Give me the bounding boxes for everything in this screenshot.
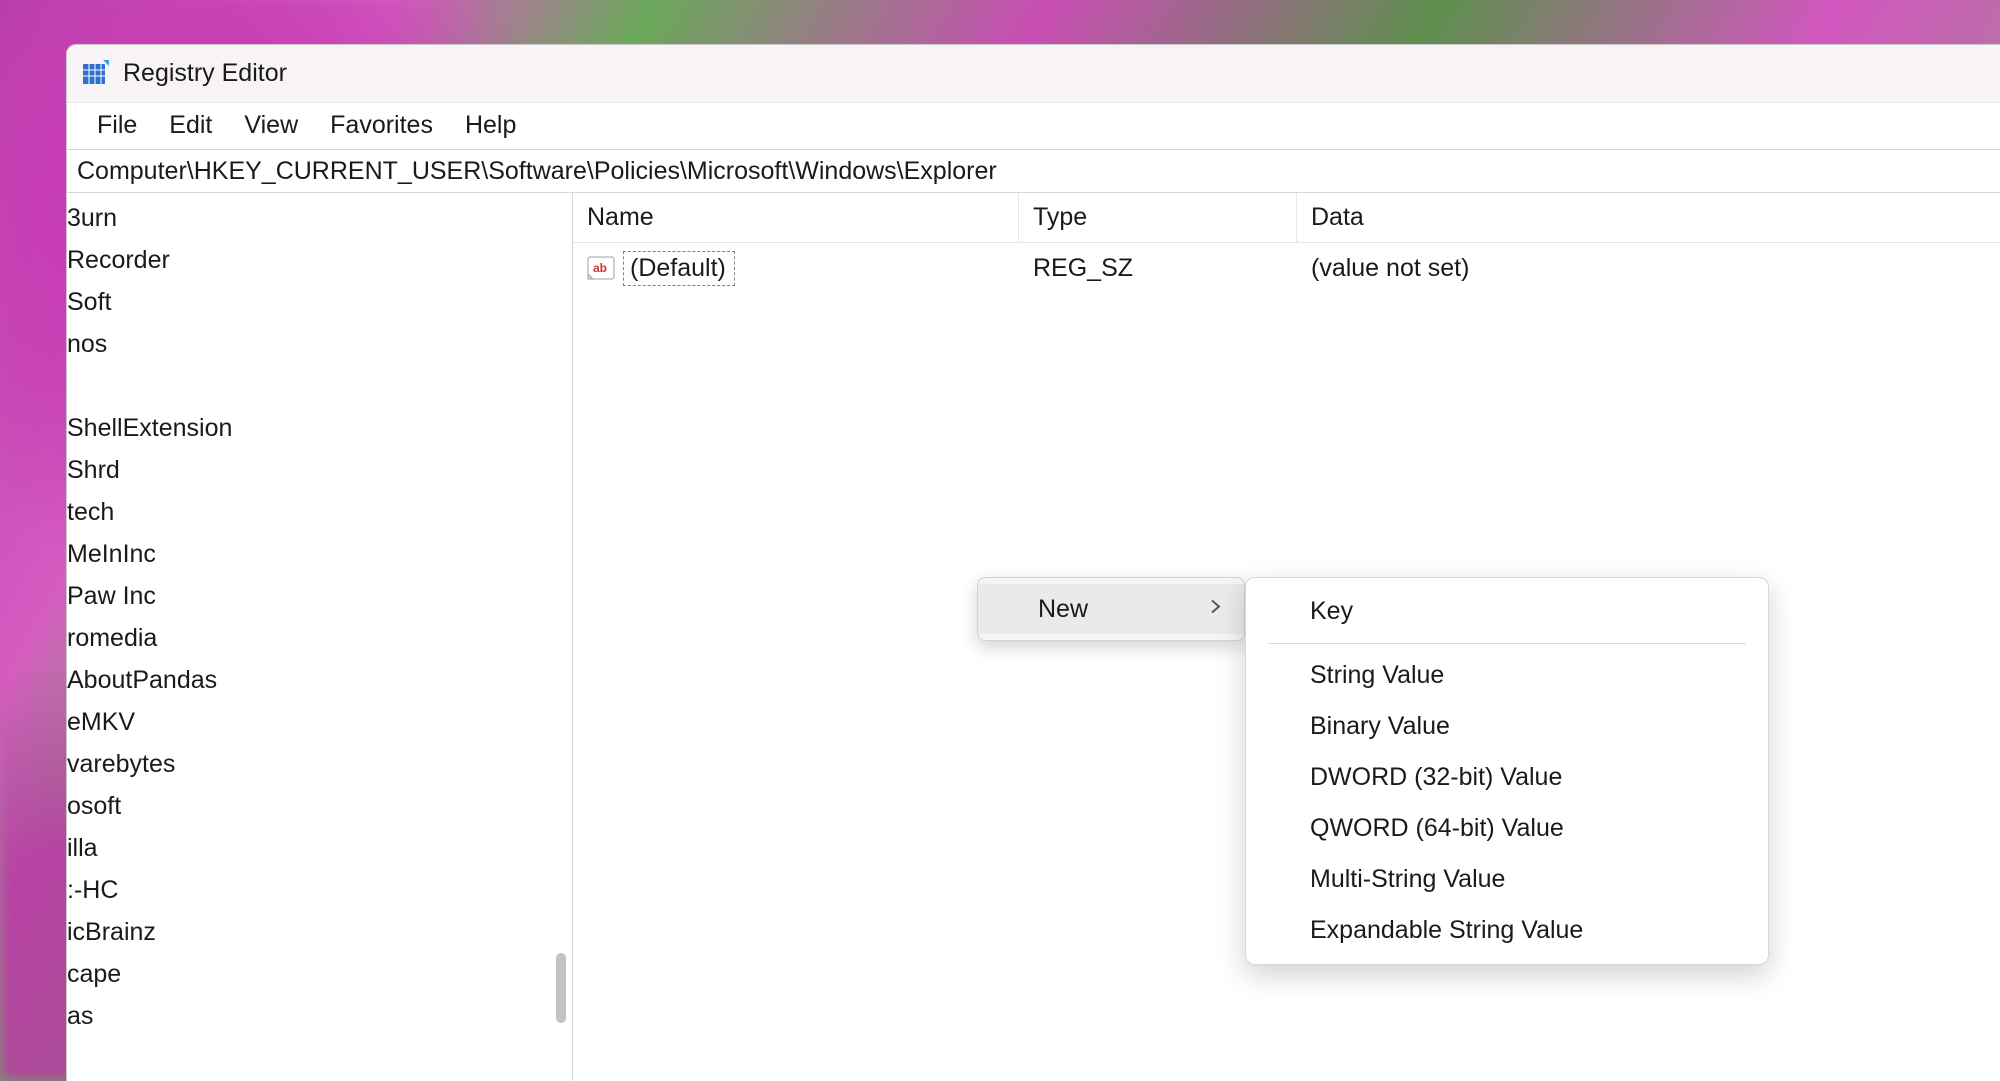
app-title: Registry Editor xyxy=(123,59,287,88)
tree-item[interactable]: tech xyxy=(67,491,550,533)
registry-editor-icon xyxy=(81,60,109,88)
context-submenu-new: Key String Value Binary Value DWORD (32-… xyxy=(1245,577,1769,965)
context-menu-new-label: New xyxy=(1038,595,1088,624)
menu-favorites[interactable]: Favorites xyxy=(314,107,449,144)
tree-item[interactable]: Paw Inc xyxy=(67,575,550,617)
submenu-qword-label: QWORD (64-bit) Value xyxy=(1310,814,1564,843)
submenu-dword-value[interactable]: DWORD (32-bit) Value xyxy=(1246,752,1768,803)
tree-item[interactable]: 3urn xyxy=(67,197,550,239)
menu-file[interactable]: File xyxy=(81,107,153,144)
tree-scrollbar[interactable] xyxy=(554,193,568,1081)
submenu-expandable-string-value[interactable]: Expandable String Value xyxy=(1246,905,1768,956)
submenu-string-value[interactable]: String Value xyxy=(1246,650,1768,701)
chevron-right-icon xyxy=(1210,598,1222,621)
tree-item[interactable]: Recorder xyxy=(67,239,550,281)
string-value-icon: ab xyxy=(587,256,615,280)
tree-item[interactable]: as xyxy=(67,995,550,1037)
menu-separator xyxy=(1268,643,1746,644)
menu-edit[interactable]: Edit xyxy=(153,107,228,144)
tree-item-blank xyxy=(67,365,550,407)
tree-scrollbar-thumb[interactable] xyxy=(556,953,566,1023)
menu-help[interactable]: Help xyxy=(449,107,532,144)
submenu-key-label: Key xyxy=(1310,597,1353,626)
column-data[interactable]: Data xyxy=(1297,193,2000,242)
context-menu-new[interactable]: New xyxy=(978,584,1244,634)
submenu-dword-label: DWORD (32-bit) Value xyxy=(1310,763,1562,792)
menubar: File Edit View Favorites Help xyxy=(67,103,2000,149)
submenu-key[interactable]: Key xyxy=(1246,586,1768,637)
submenu-multistring-label: Multi-String Value xyxy=(1310,865,1505,894)
tree-item[interactable]: AboutPandas xyxy=(67,659,550,701)
tree-item[interactable]: Soft xyxy=(67,281,550,323)
tree-item[interactable]: :-HC xyxy=(67,869,550,911)
svg-text:ab: ab xyxy=(593,261,607,275)
tree-item[interactable]: icBrainz xyxy=(67,911,550,953)
tree-item[interactable]: romedia xyxy=(67,617,550,659)
tree-item[interactable]: illa xyxy=(67,827,550,869)
tree-item[interactable]: osoft xyxy=(67,785,550,827)
list-row[interactable]: ab (Default) REG_SZ (value not set) xyxy=(573,243,2000,293)
submenu-binary-label: Binary Value xyxy=(1310,712,1450,741)
submenu-binary-value[interactable]: Binary Value xyxy=(1246,701,1768,752)
address-text: Computer\HKEY_CURRENT_USER\Software\Poli… xyxy=(77,157,997,186)
value-type: REG_SZ xyxy=(1019,254,1297,283)
list-header: Name Type Data xyxy=(573,193,2000,243)
value-data: (value not set) xyxy=(1297,254,2000,283)
tree-pane[interactable]: 3urn Recorder Soft nos ShellExtension Sh… xyxy=(67,193,573,1081)
submenu-qword-value[interactable]: QWORD (64-bit) Value xyxy=(1246,803,1768,854)
tree-item[interactable]: ShellExtension xyxy=(67,407,550,449)
address-bar[interactable]: Computer\HKEY_CURRENT_USER\Software\Poli… xyxy=(67,149,2000,193)
tree-list: 3urn Recorder Soft nos ShellExtension Sh… xyxy=(67,193,550,1037)
tree-item[interactable]: cape xyxy=(67,953,550,995)
titlebar[interactable]: Registry Editor xyxy=(67,45,2000,103)
context-menu: New xyxy=(977,577,1245,641)
column-type[interactable]: Type xyxy=(1019,193,1297,242)
submenu-multistring-value[interactable]: Multi-String Value xyxy=(1246,854,1768,905)
submenu-string-label: String Value xyxy=(1310,661,1444,690)
menu-view[interactable]: View xyxy=(228,107,314,144)
tree-item[interactable]: nos xyxy=(67,323,550,365)
tree-item[interactable]: varebytes xyxy=(67,743,550,785)
tree-item[interactable]: MeInInc xyxy=(67,533,550,575)
tree-item[interactable]: Shrd xyxy=(67,449,550,491)
column-name[interactable]: Name xyxy=(573,193,1019,242)
tree-item[interactable]: eMKV xyxy=(67,701,550,743)
value-name-default[interactable]: (Default) xyxy=(623,251,735,286)
submenu-expandable-label: Expandable String Value xyxy=(1310,916,1583,945)
